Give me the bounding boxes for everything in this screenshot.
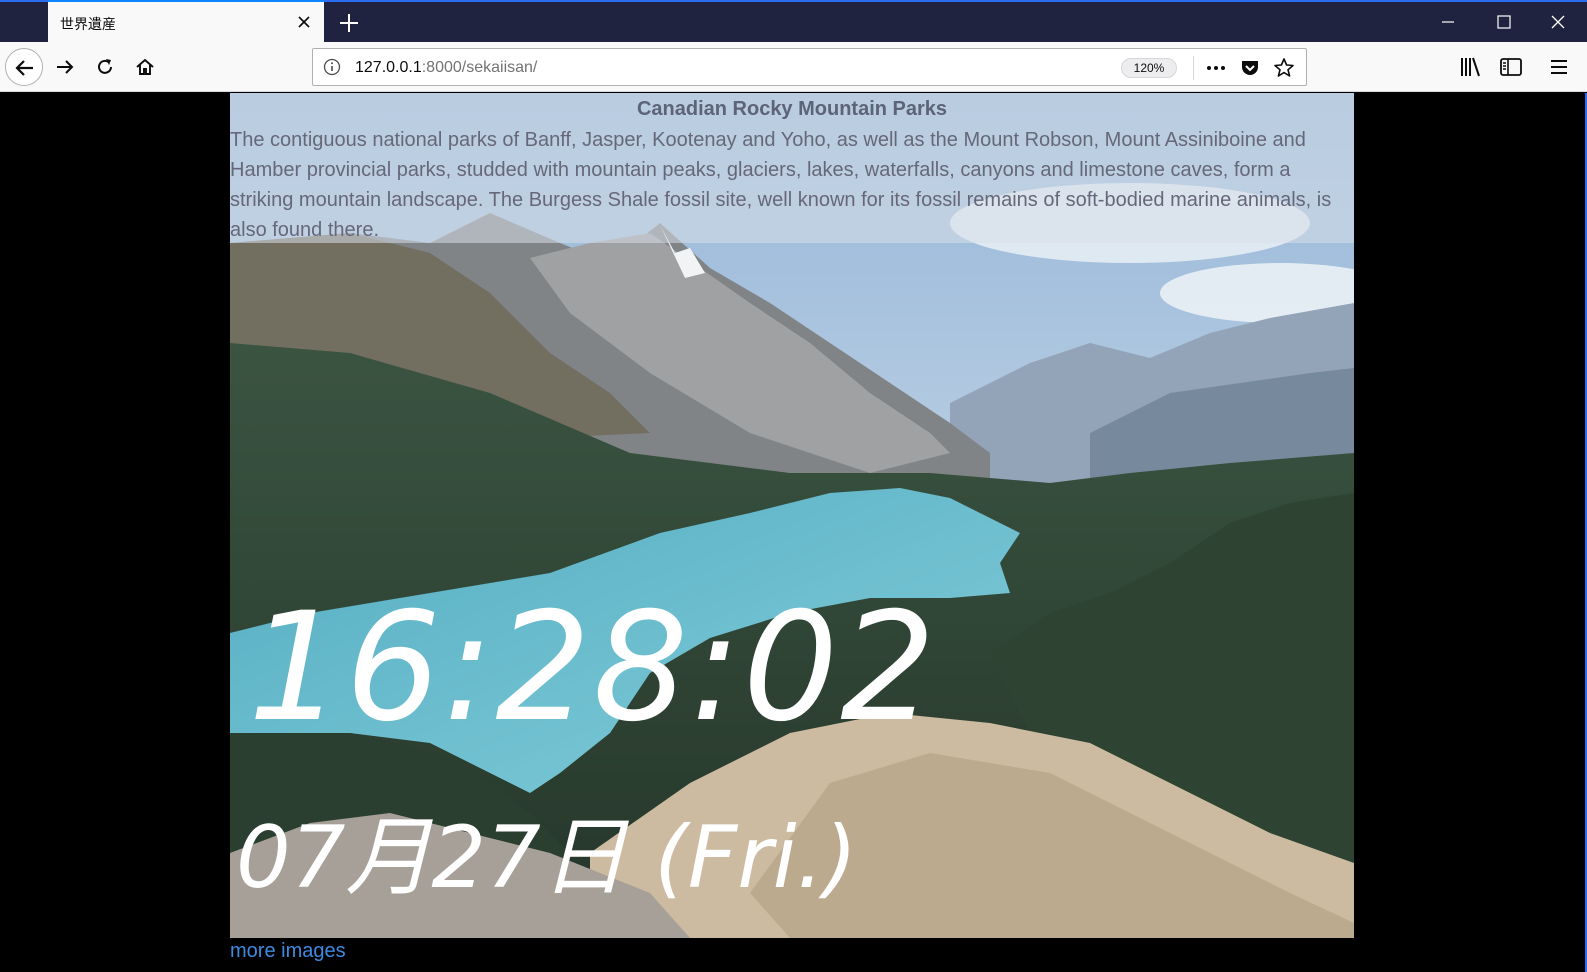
close-icon[interactable] — [1530, 2, 1586, 42]
url-separator — [1193, 56, 1194, 80]
site-description: The contiguous national parks of Banff, … — [230, 129, 1332, 241]
clock-date: 07月27日 (Fri.) — [236, 808, 858, 908]
close-icon[interactable] — [294, 12, 314, 32]
navigation-toolbar: 127.0.0.1:8000/sekaiisan/ 120% — [0, 42, 1587, 92]
star-icon[interactable] — [1273, 57, 1295, 79]
page-content: Canadian Rocky Mountain Parks The contig… — [0, 93, 1587, 972]
tab-title: 世界遺産 — [60, 17, 116, 33]
site-title: Canadian Rocky Mountain Parks — [636, 98, 948, 120]
info-overlay: Canadian Rocky Mountain Parks The contig… — [230, 93, 1354, 243]
more-images-link[interactable]: more images — [230, 940, 346, 963]
hamburger-menu-icon[interactable] — [1546, 54, 1572, 80]
browser-window: 世界遺産 127.0.0.1:8000/sekaiisan/ 120% Cana… — [0, 0, 1587, 972]
url-text[interactable]: 127.0.0.1:8000/sekaiisan/ — [355, 59, 537, 77]
minimize-icon[interactable] — [1420, 2, 1476, 42]
url-bar[interactable]: 127.0.0.1:8000/sekaiisan/ 120% — [312, 48, 1307, 86]
clock-time: 16:28:02 — [248, 581, 938, 755]
landscape-photo: Canadian Rocky Mountain Parks The contig… — [230, 93, 1354, 938]
plus-icon[interactable] — [336, 10, 362, 36]
reload-icon[interactable] — [88, 50, 122, 84]
info-icon[interactable] — [323, 58, 341, 81]
back-arrow-icon[interactable] — [5, 48, 43, 86]
browser-tab[interactable]: 世界遺産 — [48, 0, 324, 42]
tab-bar: 世界遺産 — [0, 0, 1587, 42]
ellipsis-icon[interactable] — [1205, 57, 1227, 79]
url-path: :8000/sekaiisan/ — [421, 59, 538, 76]
home-icon[interactable] — [128, 50, 162, 84]
forward-arrow-icon[interactable] — [48, 50, 82, 84]
url-host: 127.0.0.1 — [355, 59, 422, 76]
sidebar-icon[interactable] — [1498, 54, 1524, 80]
pocket-icon[interactable] — [1239, 57, 1261, 79]
library-icon[interactable] — [1458, 54, 1484, 80]
maximize-icon[interactable] — [1476, 2, 1532, 42]
zoom-indicator[interactable]: 120% — [1121, 58, 1177, 78]
